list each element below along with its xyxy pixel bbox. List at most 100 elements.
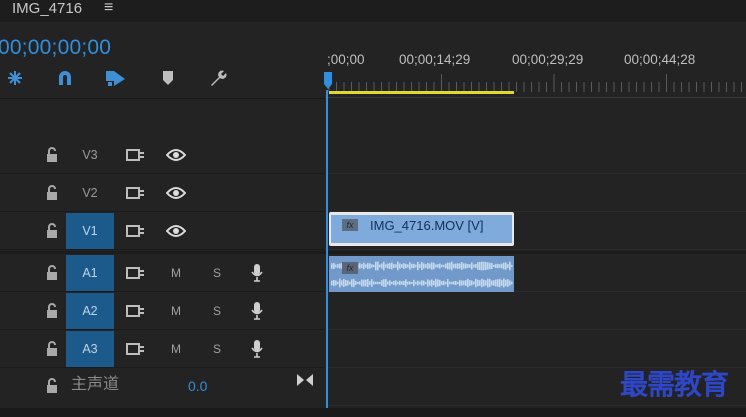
track-header-a3: A3 M S (0, 331, 325, 368)
fx-badge[interactable]: fx (342, 219, 358, 231)
waveform-bar (393, 281, 395, 285)
solo-button[interactable]: S (213, 255, 221, 291)
waveform-bar (433, 280, 435, 286)
waveform-bar (345, 279, 347, 287)
waveform-bar (333, 279, 335, 287)
solo-button[interactable]: S (213, 293, 221, 329)
sync-lock-icon[interactable] (126, 223, 146, 239)
waveform-bar (481, 261, 483, 271)
waveform-bar (435, 278, 437, 288)
waveform-bar (395, 280, 397, 286)
sync-lock-icon[interactable] (126, 341, 146, 357)
lock-icon[interactable] (45, 265, 59, 281)
waveform-bar (413, 263, 415, 269)
master-volume-value[interactable]: 0.0 (188, 377, 207, 395)
waveform-bar (389, 263, 391, 269)
video-audio-divider[interactable] (0, 251, 746, 254)
sync-lock-icon[interactable] (126, 185, 146, 201)
sync-lock-icon[interactable] (126, 147, 146, 163)
waveform-bar (471, 280, 473, 286)
microphone-icon[interactable] (250, 301, 264, 321)
waveform-bar (459, 279, 461, 287)
waveform-bar (389, 280, 391, 286)
playhead-timecode[interactable]: 00;00;00;00 (0, 36, 111, 60)
horizontal-scrollbar[interactable] (0, 408, 746, 417)
work-area-bar[interactable] (329, 91, 514, 94)
waveform-bar (479, 261, 481, 271)
waveform-bar (439, 263, 441, 269)
waveform-bar (399, 280, 401, 286)
track-target-a2[interactable]: A2 (66, 293, 114, 329)
waveform-bar (409, 281, 411, 285)
waveform-bar (469, 264, 471, 268)
timeline-settings-button[interactable] (206, 66, 230, 90)
sequence-tab[interactable]: IMG_4716 (12, 0, 82, 18)
lock-icon[interactable] (45, 378, 59, 394)
waveform-bar (445, 281, 447, 285)
waveform-bar (429, 263, 431, 269)
eye-icon[interactable] (166, 186, 186, 200)
track-header-v3: V3 (0, 137, 325, 174)
waveform-bar (361, 264, 363, 268)
waveform-bar (423, 280, 425, 286)
marker-button[interactable] (158, 66, 178, 90)
waveform-bar (501, 263, 503, 269)
waveform-bar (387, 263, 389, 269)
snap-button[interactable] (4, 66, 26, 90)
waveform-bar (451, 261, 453, 271)
mute-button[interactable]: M (171, 331, 181, 367)
waveform-bar (401, 281, 403, 285)
fx-badge[interactable]: fx (342, 262, 358, 274)
mute-button[interactable]: M (171, 255, 181, 291)
playhead-line[interactable] (326, 90, 328, 410)
track-lane-a2[interactable] (325, 293, 746, 330)
track-target-v1[interactable]: V1 (66, 213, 114, 249)
waveform-bar (471, 262, 473, 270)
waveform-bar (469, 280, 471, 286)
add-marker-button[interactable] (104, 66, 128, 90)
waveform-bar (501, 280, 503, 286)
eye-icon[interactable] (166, 224, 186, 238)
track-lane-v2[interactable] (325, 175, 746, 212)
track-target-a1[interactable]: A1 (66, 255, 114, 291)
go-to-in-out-icon[interactable] (295, 373, 315, 387)
waveform-bar (443, 280, 445, 286)
waveform-bar (341, 280, 343, 286)
track-header-v2: V2 (0, 175, 325, 212)
sync-lock-icon[interactable] (126, 265, 146, 281)
microphone-icon[interactable] (250, 263, 264, 283)
waveform-bar (491, 263, 493, 269)
eye-icon[interactable] (166, 148, 186, 162)
lock-icon[interactable] (45, 303, 59, 319)
waveform-bar (481, 278, 483, 288)
track-target-a3[interactable]: A3 (66, 331, 114, 367)
panel-menu-icon[interactable]: ≡ (104, 0, 113, 17)
ruler-tick-label: 00;00;44;28 (624, 52, 696, 67)
waveform-bar (385, 279, 387, 287)
waveform-bar (505, 262, 507, 270)
waveform-bar (361, 279, 363, 287)
solo-button[interactable]: S (213, 331, 221, 367)
master-track-label: 主声道 (71, 376, 120, 393)
lock-icon[interactable] (45, 185, 59, 201)
mute-button[interactable]: M (171, 293, 181, 329)
lock-icon[interactable] (45, 341, 59, 357)
waveform-bar (453, 263, 455, 269)
waveform-bar (509, 280, 511, 286)
waveform-bar (339, 263, 341, 269)
waveform-bar (435, 264, 437, 268)
linked-selection-button[interactable] (54, 66, 76, 90)
video-clip-name: IMG_4716.MOV [V] (370, 218, 484, 233)
lock-icon[interactable] (45, 223, 59, 239)
waveform-bar (403, 280, 405, 286)
playhead-handle[interactable] (323, 72, 333, 90)
waveform-bar (349, 281, 351, 285)
waveform-bar (433, 262, 435, 270)
microphone-icon[interactable] (250, 339, 264, 359)
track-target-v3[interactable]: V3 (66, 137, 114, 173)
sync-lock-icon[interactable] (126, 303, 146, 319)
track-lane-v3[interactable] (325, 137, 746, 174)
track-target-v2[interactable]: V2 (66, 175, 114, 211)
track-lane-a3[interactable] (325, 331, 746, 368)
lock-icon[interactable] (45, 147, 59, 163)
